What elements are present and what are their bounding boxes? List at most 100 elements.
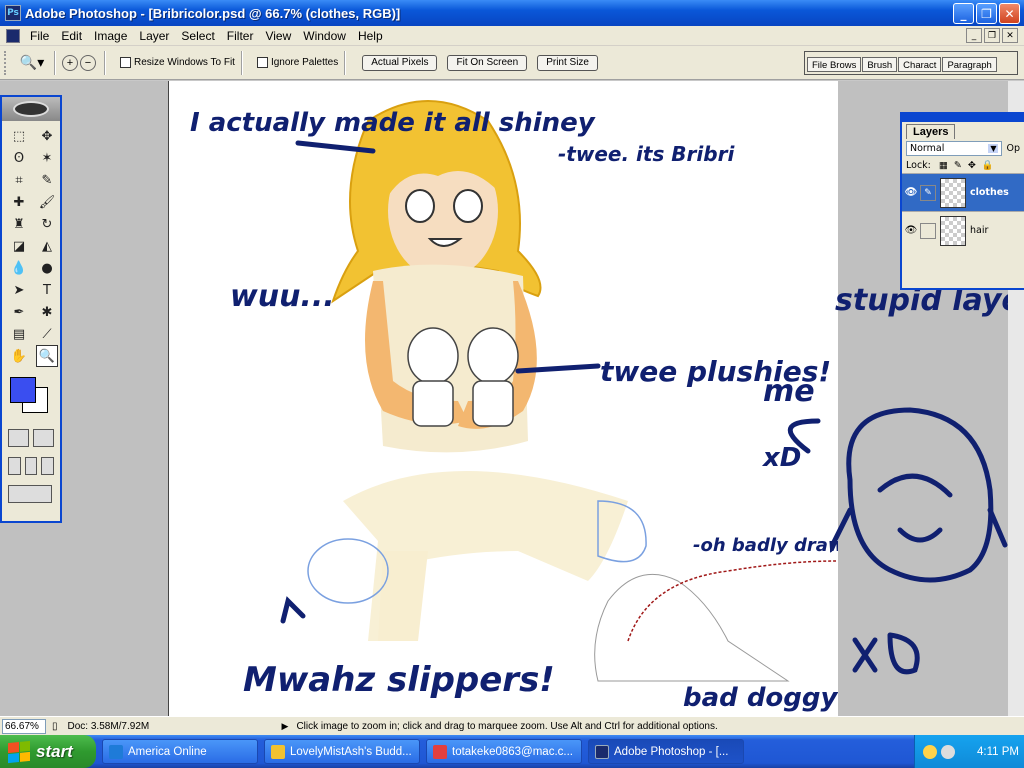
path-select-tool-icon[interactable]: ➤ bbox=[8, 279, 30, 301]
task-aol[interactable]: America Online bbox=[102, 739, 258, 764]
paint-bucket-tool-icon[interactable]: ◭ bbox=[36, 235, 58, 257]
zoom-tool-preset-icon[interactable]: 🔍▾ bbox=[16, 52, 48, 74]
move-tool-icon[interactable]: ✥ bbox=[36, 125, 58, 147]
palette-tab-file-browser[interactable]: File Brows bbox=[807, 57, 862, 72]
foreground-color-swatch[interactable] bbox=[10, 377, 36, 403]
layer-row-hair[interactable]: 👁 hair bbox=[902, 211, 1024, 249]
eraser-tool-icon[interactable]: ◪ bbox=[8, 235, 30, 257]
clock[interactable]: 4:11 PM bbox=[977, 746, 1019, 758]
volume-tray-icon[interactable] bbox=[941, 744, 955, 759]
layers-tab[interactable]: Layers bbox=[906, 124, 956, 139]
checkbox-box[interactable] bbox=[120, 57, 131, 68]
start-label: start bbox=[36, 741, 73, 761]
zoom-level-field[interactable]: 66.67% bbox=[2, 718, 46, 734]
menu-layer[interactable]: Layer bbox=[133, 29, 175, 43]
task-photoshop[interactable]: Adobe Photoshop - [... bbox=[588, 739, 744, 764]
hand-tool-icon[interactable]: ✋ bbox=[8, 345, 30, 367]
status-menu-arrow-icon[interactable]: ▶ bbox=[282, 721, 289, 732]
note-wuu: wuu... bbox=[230, 279, 335, 314]
task-mail[interactable]: totakeke0863@mac.c... bbox=[426, 739, 582, 764]
lasso-tool-icon[interactable]: ʘ bbox=[8, 147, 30, 169]
pen-tool-icon[interactable]: ✒ bbox=[8, 301, 30, 323]
me-portrait-doodle bbox=[830, 407, 1008, 583]
chat-icon bbox=[433, 744, 447, 759]
brush-tool-icon[interactable]: 🖌 bbox=[36, 191, 58, 213]
actual-pixels-button[interactable]: Actual Pixels bbox=[362, 54, 438, 71]
start-button[interactable]: start bbox=[0, 735, 96, 768]
quick-mask-mode-button[interactable] bbox=[33, 429, 54, 447]
visibility-eye-icon[interactable]: 👁 bbox=[902, 225, 920, 236]
ignore-palettes-checkbox[interactable]: Ignore Palettes bbox=[256, 57, 338, 68]
type-tool-icon[interactable]: T bbox=[36, 279, 58, 301]
shape-tool-icon[interactable]: ✱ bbox=[36, 301, 58, 323]
zoom-tool-icon[interactable]: 🔍 bbox=[36, 345, 58, 367]
jump-to-imageready-button[interactable] bbox=[8, 485, 52, 503]
resize-windows-checkbox[interactable]: Resize Windows To Fit bbox=[120, 57, 235, 68]
window-controls: _ ❐ ✕ bbox=[953, 3, 1020, 24]
full-screen-menu-button[interactable] bbox=[24, 457, 38, 475]
palette-tab-character[interactable]: Charact bbox=[898, 57, 942, 72]
full-screen-button[interactable] bbox=[41, 457, 55, 475]
taskbar: start America Online LovelyMistAsh's Bud… bbox=[0, 735, 1024, 768]
magic-wand-tool-icon[interactable]: ✶ bbox=[36, 147, 58, 169]
blur-tool-icon[interactable]: 💧 bbox=[8, 257, 30, 279]
standard-mode-button[interactable] bbox=[8, 429, 29, 447]
marquee-tool-icon[interactable]: ⬚ bbox=[8, 125, 30, 147]
menu-select[interactable]: Select bbox=[175, 29, 220, 43]
menu-image[interactable]: Image bbox=[88, 29, 133, 43]
note-me: me bbox=[763, 374, 815, 409]
crop-tool-icon[interactable]: ⌗ bbox=[8, 169, 30, 191]
separator bbox=[54, 50, 56, 75]
lock-image-icon[interactable]: ✎ bbox=[954, 160, 962, 171]
options-grip[interactable] bbox=[4, 50, 8, 75]
doc-minimize-button[interactable]: _ bbox=[966, 28, 982, 43]
lock-row: Lock: ▦ ✎ ✥ 🔒 bbox=[902, 158, 1024, 173]
layer-thumbnail bbox=[940, 177, 966, 208]
menu-window[interactable]: Window bbox=[297, 29, 352, 43]
document-size[interactable]: Doc: 3.58M/7.92M bbox=[68, 721, 268, 732]
standard-screen-button[interactable] bbox=[8, 457, 21, 475]
menu-edit[interactable]: Edit bbox=[55, 29, 88, 43]
chevron-down-icon: ▼ bbox=[988, 144, 999, 153]
minimize-button[interactable]: _ bbox=[953, 3, 974, 24]
zoom-out-icon[interactable]: − bbox=[80, 54, 96, 71]
lock-transparency-icon[interactable]: ▦ bbox=[939, 160, 948, 171]
menu-help[interactable]: Help bbox=[352, 29, 389, 43]
healing-brush-tool-icon[interactable]: ✚ bbox=[8, 191, 30, 213]
system-tray: 4:11 PM bbox=[914, 735, 1024, 768]
doc-close-button[interactable]: ✕ bbox=[1002, 28, 1018, 43]
menu-view[interactable]: View bbox=[259, 29, 297, 43]
margin-doodles: stupid layers bbox=[830, 283, 1008, 675]
checkbox-box[interactable] bbox=[256, 57, 268, 68]
eyedropper-tool-icon[interactable]: ⟋ bbox=[36, 323, 58, 345]
history-brush-tool-icon[interactable]: ↻ bbox=[36, 213, 58, 235]
restore-button[interactable]: ❐ bbox=[976, 3, 997, 24]
print-size-button[interactable]: Print Size bbox=[537, 54, 598, 71]
lock-position-icon[interactable]: ✥ bbox=[968, 160, 976, 171]
notes-tool-icon[interactable]: ▤ bbox=[8, 323, 30, 345]
visibility-eye-icon[interactable]: 👁 bbox=[902, 187, 920, 198]
lock-all-icon[interactable]: 🔒 bbox=[982, 160, 994, 171]
artwork: I actually made it all shiney wuu... -tw… bbox=[190, 100, 838, 713]
dog-outline bbox=[594, 573, 790, 682]
stamp-tool-icon[interactable]: ♜ bbox=[8, 213, 30, 235]
dodge-tool-icon[interactable]: ● bbox=[36, 257, 58, 279]
photoshop-app-icon[interactable]: Ps bbox=[5, 5, 21, 21]
close-button[interactable]: ✕ bbox=[999, 3, 1020, 24]
slice-tool-icon[interactable]: ✎ bbox=[36, 169, 58, 191]
menu-file[interactable]: File bbox=[24, 29, 55, 43]
menu-filter[interactable]: Filter bbox=[221, 29, 260, 43]
fit-on-screen-button[interactable]: Fit On Screen bbox=[447, 54, 528, 71]
toolbox-header[interactable] bbox=[2, 97, 60, 121]
layers-palette-titlebar[interactable] bbox=[902, 114, 1024, 122]
aim-tray-icon[interactable] bbox=[923, 744, 937, 759]
note-xd-small: xD bbox=[761, 443, 801, 473]
zoom-in-icon[interactable]: + bbox=[62, 54, 78, 71]
blend-mode-select[interactable]: Normal ▼ bbox=[906, 141, 1003, 156]
palette-tab-paragraph[interactable]: Paragraph bbox=[942, 57, 997, 72]
task-buddy-list[interactable]: LovelyMistAsh's Budd... bbox=[264, 739, 420, 764]
layer-row-clothes[interactable]: 👁 ✎ clothes bbox=[902, 173, 1024, 211]
document-icon[interactable] bbox=[6, 28, 20, 43]
doc-restore-button[interactable]: ❐ bbox=[984, 28, 1000, 43]
palette-tab-brushes[interactable]: Brush bbox=[862, 57, 898, 72]
